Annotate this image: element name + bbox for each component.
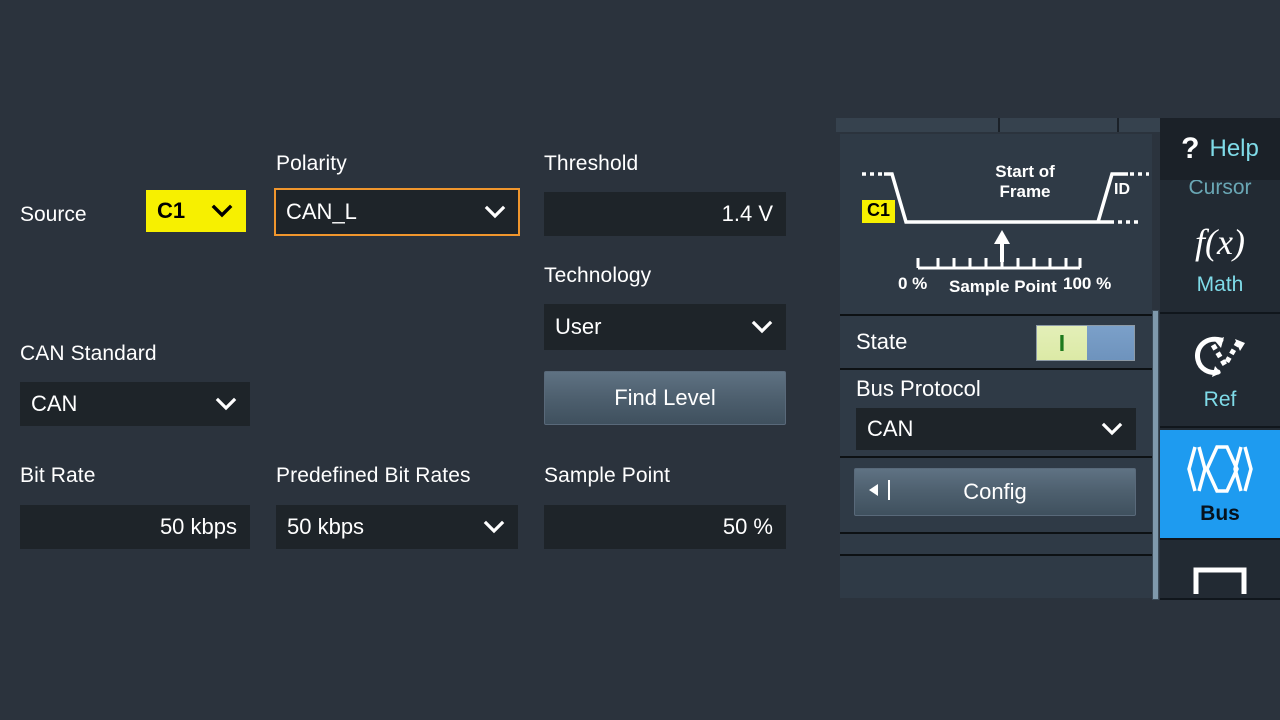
function-fx-icon: f(x): [1189, 220, 1251, 271]
state-label: State: [856, 329, 908, 354]
predefined-bit-rates-dropdown[interactable]: 50 kbps: [276, 505, 518, 549]
oscilloscope-screen: Source C1 Polarity CAN_L Threshold 1.4 V…: [0, 0, 1280, 720]
sidebar-item-label-math: Math: [1196, 272, 1244, 296]
sof-line-1: Start of: [995, 162, 1055, 181]
can-standard-dropdown[interactable]: CAN: [20, 382, 250, 426]
bus-protocol-label: Bus Protocol: [856, 376, 981, 401]
sidebar-item-label-ref: Ref: [1203, 387, 1237, 411]
config-button[interactable]: Config: [854, 468, 1136, 516]
toolbar-separator: [1117, 118, 1119, 132]
scale-max-label: 100 %: [1063, 274, 1112, 293]
bus-eye-diagram-icon: [1185, 443, 1255, 500]
sidebar-item-bus[interactable]: Bus: [1160, 430, 1280, 540]
state-row: State I: [840, 316, 1152, 368]
state-toggle[interactable]: I: [1036, 325, 1135, 361]
bus-protocol-row: Bus Protocol CAN: [840, 370, 1152, 456]
sidebar-item-ref[interactable]: Ref: [1160, 316, 1280, 428]
config-label: Config: [963, 479, 1027, 504]
can-standard-value: CAN: [31, 391, 78, 416]
panel-row-partial: [840, 556, 1152, 598]
source-dropdown[interactable]: C1: [146, 190, 246, 232]
scale-caption-label: Sample Point: [949, 277, 1057, 296]
sample-point-value: 50 %: [722, 514, 773, 539]
config-row: Config: [840, 458, 1152, 532]
function-icon-rail: Cursor ? Help f(x) Math Ref Bus: [1160, 118, 1280, 600]
reference-waveform-icon: [1191, 331, 1249, 386]
panel-scrollbar[interactable]: [1152, 310, 1159, 600]
sidebar-item-digital[interactable]: [1160, 542, 1280, 600]
find-level-label: Find Level: [614, 385, 716, 410]
technology-value: User: [555, 314, 602, 339]
question-mark-icon: ?: [1181, 132, 1200, 165]
chevron-down-icon: [751, 316, 773, 338]
state-toggle-off-half: [1087, 326, 1134, 360]
source-label: Source: [20, 203, 87, 226]
id-label: ID: [1114, 181, 1130, 198]
threshold-input[interactable]: 1.4 V: [544, 192, 786, 236]
state-on-glyph: I: [1058, 329, 1066, 356]
chevron-down-icon: [211, 200, 233, 222]
chevron-down-icon: [483, 516, 505, 538]
sof-line-2: Frame: [999, 181, 1051, 201]
chevron-down-icon: [484, 201, 506, 223]
chevron-down-icon: [1101, 418, 1123, 440]
digital-logic-icon: [1192, 564, 1248, 603]
channel-badge-c1: C1: [862, 200, 896, 223]
svg-text:f(x): f(x): [1195, 222, 1245, 262]
bus-protocol-dropdown[interactable]: CAN: [856, 408, 1136, 450]
polarity-label: Polarity: [276, 152, 347, 175]
bit-rate-value: 50 kbps: [159, 514, 237, 539]
can-standard-label: CAN Standard: [20, 342, 157, 365]
panel-row-partial: [840, 534, 1152, 554]
find-level-button[interactable]: Find Level: [544, 371, 786, 425]
technology-dropdown[interactable]: User: [544, 304, 786, 350]
threshold-label: Threshold: [544, 152, 639, 175]
sample-point-input[interactable]: 50 %: [544, 505, 786, 549]
predefined-bit-rates-label: Predefined Bit Rates: [276, 464, 471, 487]
predefined-bit-rates-value: 50 kbps: [287, 514, 365, 539]
bus-protocol-value: CAN: [867, 416, 914, 441]
sample-point-label: Sample Point: [544, 464, 671, 487]
start-of-frame-label: Start of Frame: [970, 162, 1080, 201]
help-button[interactable]: ? Help: [1160, 118, 1280, 180]
scale-min-label: 0 %: [898, 274, 928, 293]
can-frame-diagram: C1 Start of Frame ID 0 % Sample Point 10…: [840, 134, 1152, 314]
polarity-dropdown[interactable]: CAN_L: [274, 188, 520, 236]
polarity-value: CAN_L: [286, 199, 357, 224]
sidebar-item-label-bus: Bus: [1200, 501, 1240, 525]
bit-rate-input[interactable]: 50 kbps: [20, 505, 250, 549]
sidebar-item-math[interactable]: f(x) Math: [1160, 204, 1280, 314]
threshold-value: 1.4 V: [721, 201, 773, 226]
help-label: Help: [1209, 135, 1259, 162]
chevron-down-icon: [215, 393, 237, 415]
toolbar-separator: [998, 118, 1000, 132]
technology-label: Technology: [544, 264, 652, 287]
back-triangle-icon: [867, 480, 890, 500]
source-value: C1: [157, 198, 186, 223]
bit-rate-label: Bit Rate: [20, 464, 96, 487]
state-toggle-on-half: I: [1037, 326, 1087, 360]
